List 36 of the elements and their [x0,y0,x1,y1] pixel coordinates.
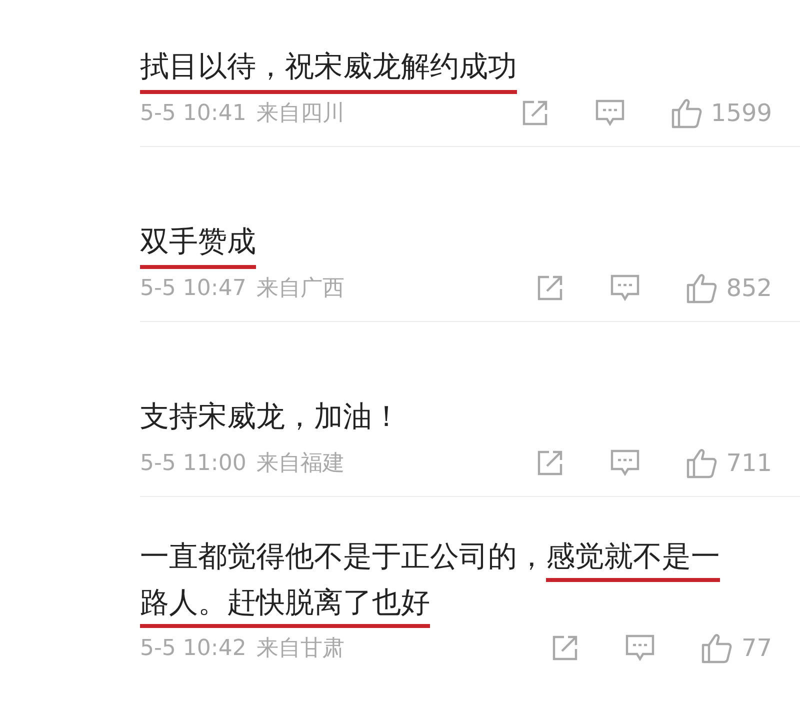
reply-button[interactable] [594,99,625,127]
comment-location: 来自广西 [256,274,344,302]
thumbs-up-icon [686,447,718,479]
like-button[interactable]: 1599 [670,95,772,131]
comment-icon [625,634,656,662]
reply-button[interactable] [610,274,640,302]
comment-time: 5-5 10:41 [140,100,246,128]
comment-time: 5-5 10:42 [140,634,246,662]
share-button[interactable] [520,99,549,127]
comment-icon [610,449,640,477]
share-icon [551,634,580,662]
share-button[interactable] [536,274,564,302]
comment-text: 一直都觉得他不是于正公司的，感觉就不是一路人。赶快脱离了也好 [140,538,721,621]
reply-button[interactable] [610,449,640,477]
like-button[interactable]: 852 [686,270,772,306]
share-button[interactable] [536,449,564,477]
thumbs-up-icon [701,632,734,664]
comment-text: 支持宋威龙，加油！ [140,398,402,435]
share-button[interactable] [551,634,580,662]
comment-icon [594,99,625,127]
comment-time: 5-5 10:47 [140,274,246,302]
like-button[interactable]: 77 [701,630,772,666]
share-icon [520,99,549,127]
comment-time: 5-5 11:00 [140,450,246,478]
thumbs-up-icon [686,272,718,304]
comment-text: 双手赞成 [140,223,257,260]
comment-location: 来自福建 [256,450,344,478]
comment-location: 来自四川 [256,100,344,128]
comment-text: 拭目以待，祝宋威龙解约成功 [140,48,518,85]
comment-location: 来自甘肃 [256,634,344,662]
share-icon [536,274,564,302]
reply-button[interactable] [625,634,656,662]
like-button[interactable]: 711 [686,445,772,481]
comment-icon [610,274,640,302]
thumbs-up-icon [670,97,703,129]
share-icon [536,449,564,477]
